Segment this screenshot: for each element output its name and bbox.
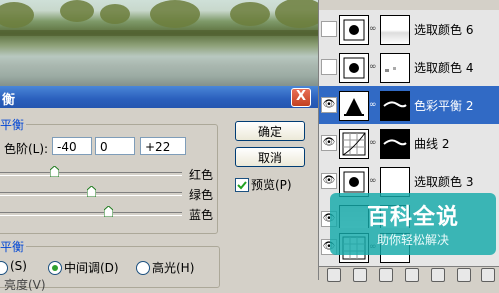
layer-mask-thumbnail (380, 15, 410, 45)
slider-thumb-green[interactable] (87, 186, 96, 197)
close-button[interactable]: X (291, 88, 311, 107)
tone-balance-group-label: 平衡 (0, 238, 27, 255)
highlights-label: 高光(H) (152, 261, 195, 275)
layer-name: 曲线 2 (414, 137, 450, 151)
slider-thumb-red[interactable] (50, 166, 59, 177)
slider-label-red: 红色 (189, 168, 214, 182)
slider-label-green: 绿色 (189, 188, 214, 202)
dialog-title: 衡 (2, 93, 16, 108)
layer-name: 色彩平衡 2 (414, 99, 474, 113)
levels-label: 色阶(L): (4, 142, 49, 156)
shadows-label: (S) (10, 259, 27, 273)
dialog-titlebar: 衡 X (0, 86, 318, 108)
eye-icon[interactable]: 👁 (321, 135, 337, 151)
visibility-toggle[interactable] (321, 59, 337, 75)
ok-button[interactable]: 确定 (235, 121, 305, 141)
layers-footer-toolbar (319, 266, 499, 282)
chain-icon: ∞ (369, 138, 377, 148)
layer-row-selected[interactable]: 👁 ∞ 色彩平衡 2 (319, 86, 499, 125)
midtones-label: 中间调(D) (64, 261, 119, 275)
watermark-title: 百科全说 (366, 205, 459, 230)
chain-icon: ∞ (369, 176, 377, 186)
layer-mask-thumbnail (380, 129, 410, 159)
eye-icon[interactable]: 👁 (321, 97, 337, 113)
curves-thumbnail (339, 129, 369, 159)
level-field-magenta-green[interactable]: 0 (95, 137, 135, 155)
adjustment-thumbnail (339, 53, 369, 83)
layer-row[interactable]: ∞ 选取颜色 4 (319, 48, 499, 87)
layer-name: 选取颜色 3 (414, 175, 474, 189)
adjustment-thumbnail (339, 15, 369, 45)
slider-track-red[interactable] (0, 172, 182, 176)
canvas-photo (0, 0, 318, 88)
slider-track-blue[interactable] (0, 212, 182, 216)
watermark-subtitle: 助你轻松解决 (376, 233, 449, 247)
level-field-yellow-blue[interactable]: +22 (140, 137, 186, 155)
chain-icon: ∞ (369, 100, 377, 110)
chain-icon: ∞ (369, 24, 377, 34)
layer-row[interactable]: ∞ 选取颜色 6 (319, 10, 499, 49)
slider-label-blue: 蓝色 (189, 208, 214, 222)
color-balance-dialog: 衡 X 平衡 色阶(L): -40 0 +22 红色 绿色 蓝色 确定 取消 预… (0, 86, 318, 292)
color-balance-group-label: 平衡 (0, 116, 27, 133)
level-field-cyan-red[interactable]: -40 (52, 137, 92, 155)
chain-icon: ∞ (369, 62, 377, 72)
eye-icon[interactable]: 👁 (321, 173, 337, 189)
layer-mask-thumbnail (380, 53, 410, 83)
midtones-radio[interactable] (48, 261, 62, 275)
layer-name: 选取颜色 6 (414, 23, 474, 37)
cancel-button[interactable]: 取消 (235, 147, 305, 167)
visibility-toggle[interactable] (321, 21, 337, 37)
layer-row[interactable]: 👁 ∞ 曲线 2 (319, 124, 499, 163)
preserve-luminosity-label: 亮度(V) (4, 278, 46, 292)
preview-checkbox[interactable] (235, 178, 249, 192)
adjustment-thumbnail (339, 91, 369, 121)
watermark-logo: 百科全说 助你轻松解决 (330, 193, 496, 255)
highlights-radio[interactable] (136, 261, 150, 275)
layer-name: 选取颜色 4 (414, 61, 474, 75)
preview-label: 预览(P) (251, 178, 292, 192)
slider-thumb-blue[interactable] (104, 206, 113, 217)
layer-mask-thumbnail (380, 91, 410, 121)
